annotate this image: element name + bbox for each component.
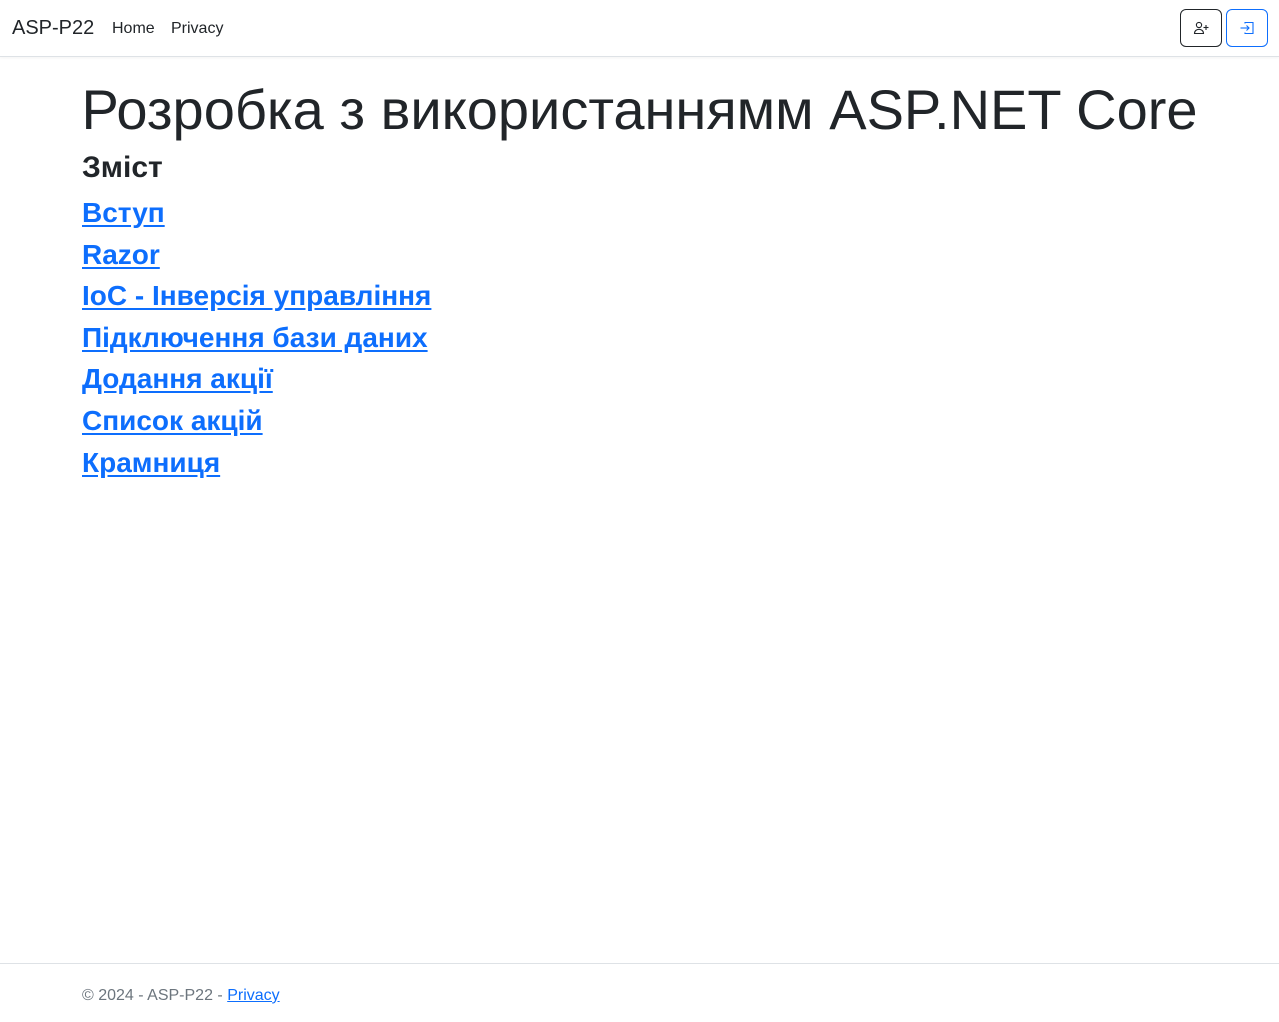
toc-link-intro[interactable]: Вступ [82,197,165,228]
toc-heading: Зміст [82,151,163,184]
toc-list: Вступ Razor IoC - Інверсія управління Пі… [82,195,431,486]
footer-copyright: © 2024 - ASP-P22 - Privacy [82,986,280,1006]
list-item: Вступ [82,195,431,237]
toc-link-add-action[interactable]: Додання акції [82,363,273,394]
list-item: Підключення бази даних [82,320,431,362]
footer-copyright-text: © 2024 - ASP-P22 - [82,987,228,1004]
page-footer: © 2024 - ASP-P22 - Privacy [0,963,1279,1022]
list-item: Razor [82,237,431,279]
list-item: Додання акції [82,361,431,403]
page-title: Розробка з використаннямм ASP.NET Core [81,78,1198,141]
toc-link-ioc[interactable]: IoC - Інверсія управління [82,280,431,311]
list-item: Список акцій [82,403,431,445]
toc-link-action-list[interactable]: Список акцій [82,405,263,436]
toc-link-database[interactable]: Підключення бази даних [82,322,428,353]
toc-link-razor[interactable]: Razor [82,239,160,270]
footer-privacy-link[interactable]: Privacy [227,987,279,1004]
login-button[interactable] [1226,9,1268,47]
navbar-brand[interactable]: ASP-P22 [12,16,94,40]
list-item: Крамниця [82,445,431,487]
list-item: IoC - Інверсія управління [82,278,431,320]
register-button[interactable] [1180,9,1222,47]
box-arrow-in-right-icon [1240,21,1254,35]
person-plus-icon [1193,21,1209,35]
toc-link-shop[interactable]: Крамниця [82,447,220,478]
nav-link-privacy[interactable]: Privacy [171,19,223,39]
nav-link-home[interactable]: Home [112,19,155,39]
top-navbar: ASP-P22 Home Privacy [0,0,1279,57]
